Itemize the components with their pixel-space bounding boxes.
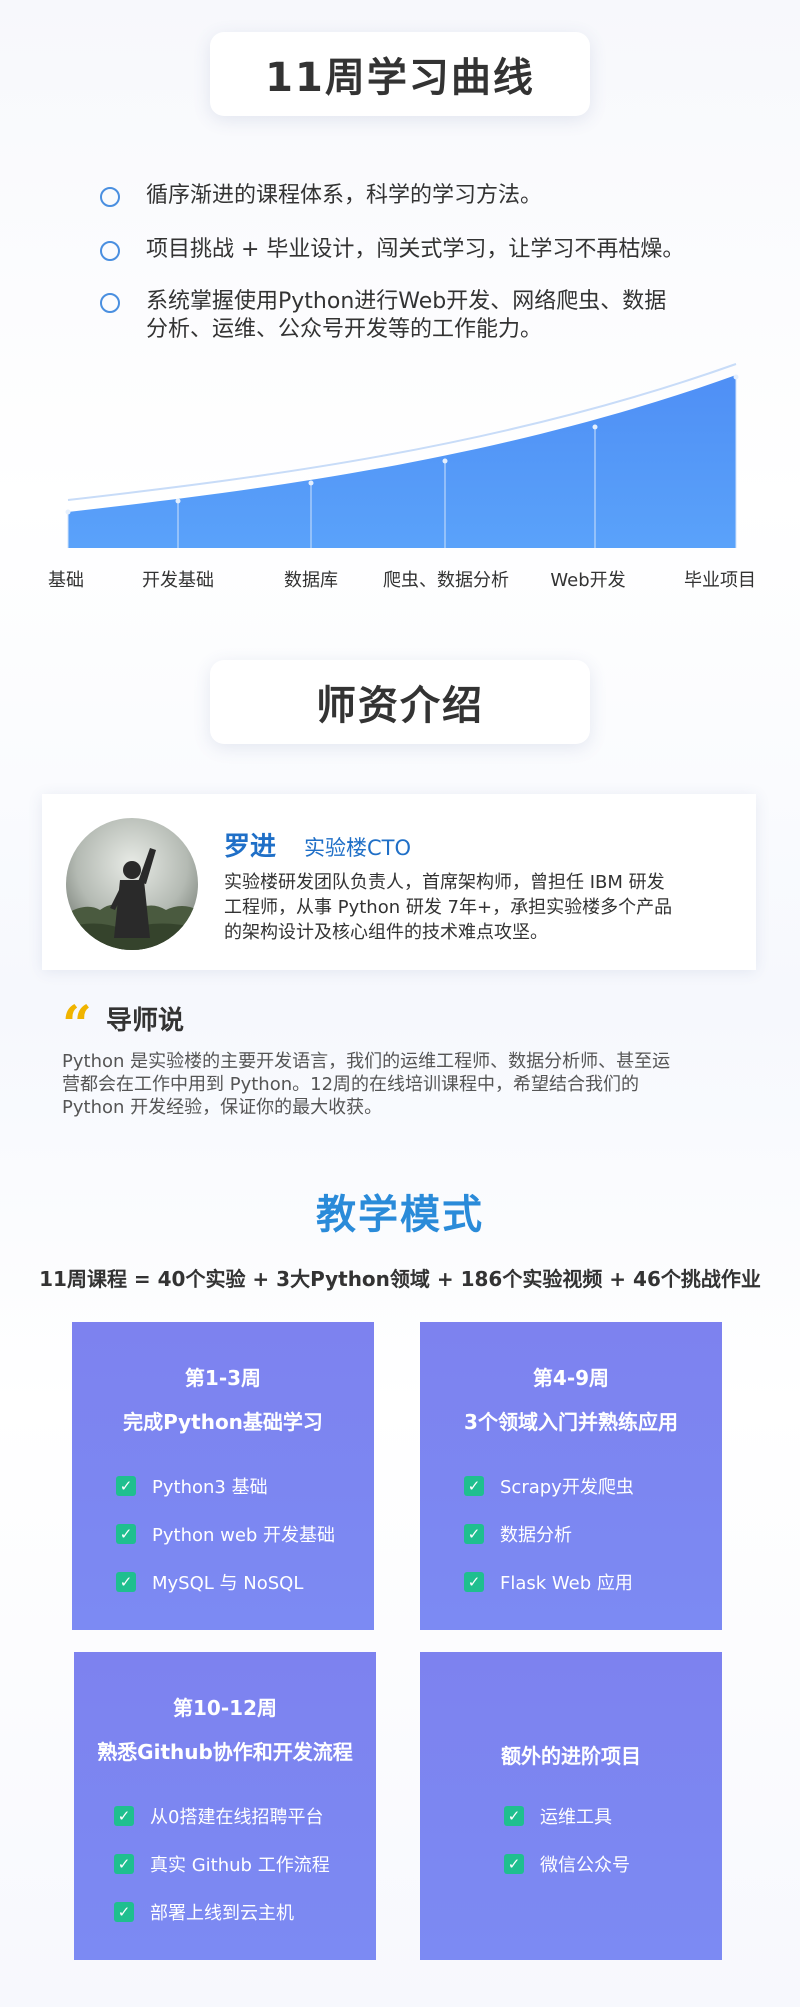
check-icon: ✓ (116, 1524, 136, 1544)
teacher-role: 实验楼CTO (304, 836, 412, 860)
stage-dot (65, 509, 71, 515)
stage-dot (442, 458, 448, 464)
teacher-description: 实验楼研发团队负责人，首席架构师，曾担任 IBM 研发 工程师，从事 Pytho… (224, 870, 724, 945)
block-item-label: 从0搭建在线招聘平台 (150, 1807, 324, 1828)
stage-label-graduation: 毕业项目 (684, 570, 756, 591)
bullet-text: 项目挑战 + 毕业设计，闯关式学习，让学习不再枯燥。 (146, 237, 685, 262)
block-item: ✓ Python3 基础 (116, 1462, 335, 1510)
teacher-desc-line: 的架构设计及核心组件的技术难点攻坚。 (224, 922, 548, 943)
teacher-card: 罗进 实验楼CTO 实验楼研发团队负责人，首席架构师，曾担任 IBM 研发 工程… (42, 794, 756, 970)
block-item: ✓ Scrapy开发爬虫 (464, 1462, 634, 1510)
stage-dot (308, 480, 314, 486)
teacher-desc-line: 实验楼研发团队负责人，首席架构师，曾担任 IBM 研发 (224, 872, 665, 893)
check-icon: ✓ (504, 1806, 524, 1826)
block-item-label: 部署上线到云主机 (150, 1903, 294, 1924)
quote-text: Python 是实验楼的主要开发语言，我们的运维工程师、数据分析师、甚至运 营都… (62, 1050, 752, 1119)
stage-label-dev-basics: 开发基础 (142, 570, 214, 591)
bullet-text: 系统掌握使用Python进行Web开发、网络爬虫、数据 (146, 289, 667, 314)
bullet-text: 循序渐进的课程体系，科学的学习方法。 (146, 183, 543, 208)
block-item: ✓ 运维工具 (504, 1792, 630, 1840)
check-icon: ✓ (116, 1572, 136, 1592)
check-icon: ✓ (464, 1572, 484, 1592)
block-subject: 3个领域入门并熟练应用 (464, 1410, 678, 1434)
mode-block-weeks-10-12: 第10-12周 熟悉Github协作和开发流程 ✓ 从0搭建在线招聘平台 ✓ 真实 … (74, 1652, 376, 1960)
block-item-label: 运维工具 (540, 1807, 612, 1828)
block-item: ✓ 部署上线到云主机 (114, 1888, 330, 1936)
bullet-text: 分析、运维、公众号开发等的工作能力。 (146, 317, 543, 342)
circle-bullet-icon (100, 241, 120, 261)
block-item-label: Python web 开发基础 (152, 1525, 336, 1546)
curve-bullet-2: 项目挑战 + 毕业设计，闯关式学习，让学习不再枯燥。 (100, 236, 684, 264)
mode-block-weeks-4-9: 第4-9周 3个领域入门并熟练应用 ✓ Scrapy开发爬虫 ✓ 数据分析 ✓ Fla… (420, 1322, 722, 1630)
teacher-avatar (66, 818, 198, 950)
block-subject: 额外的进阶项目 (501, 1744, 641, 1768)
block-item: ✓ 真实 Github 工作流程 (114, 1840, 330, 1888)
block-item-label: Python3 基础 (152, 1477, 268, 1498)
mode-block-extra-projects: 额外的进阶项目 ✓ 运维工具 ✓ 微信公众号 (420, 1652, 722, 1960)
block-week: 第1-3周 (184, 1366, 262, 1390)
learning-curve-graphic (65, 363, 739, 548)
check-icon: ✓ (464, 1476, 484, 1496)
curve-area (68, 375, 736, 548)
block-item: ✓ Python web 开发基础 (116, 1510, 335, 1558)
block-item-label: MySQL 与 NoSQL (152, 1573, 304, 1594)
stage-label-crawler: 爬虫、数据分析 (383, 570, 509, 591)
check-icon: ✓ (114, 1902, 134, 1922)
check-icon: ✓ (116, 1476, 136, 1496)
mode-section-title: 教学模式 (316, 1192, 484, 1238)
stage-dot (592, 424, 598, 430)
circle-bullet-icon (100, 187, 120, 207)
stage-label-web: Web开发 (550, 570, 626, 591)
block-item-label: Flask Web 应用 (500, 1573, 633, 1594)
teacher-name: 罗进 (224, 832, 277, 862)
curve-bullet-1: 循序渐进的课程体系，科学的学习方法。 (100, 182, 542, 210)
stage-dot (175, 498, 181, 504)
block-item-label: Scrapy开发爬虫 (500, 1477, 634, 1498)
block-item-label: 真实 Github 工作流程 (150, 1855, 330, 1876)
quote-line: Python 开发经验，保证你的最大收获。 (62, 1097, 383, 1118)
stage-label-database: 数据库 (284, 570, 338, 591)
quote-icon: “ (62, 995, 92, 1056)
stage-dot (733, 374, 739, 380)
course-formula: 11周课程 = 40个实验 + 3大Python领域 + 186个实验视频 + … (39, 1267, 761, 1291)
block-item-label: 数据分析 (500, 1525, 572, 1546)
block-item: ✓ 数据分析 (464, 1510, 634, 1558)
block-item: ✓ 从0搭建在线招聘平台 (114, 1792, 330, 1840)
block-subject: 完成Python基础学习 (123, 1410, 323, 1434)
curve-section-title: 11周学习曲线 (210, 32, 590, 116)
check-icon: ✓ (114, 1854, 134, 1874)
block-week: 第4-9周 (532, 1366, 610, 1390)
quote-line: Python 是实验楼的主要开发语言，我们的运维工程师、数据分析师、甚至运 (62, 1051, 671, 1072)
quote-line: 营都会在工作中用到 Python。12周的在线培训课程中，希望结合我们的 (62, 1074, 640, 1095)
teacher-desc-line: 工程师，从事 Python 研发 7年+，承担实验楼多个产品 (224, 897, 673, 918)
check-icon: ✓ (504, 1854, 524, 1874)
block-item: ✓ 微信公众号 (504, 1840, 630, 1888)
quote-title: 导师说 (106, 1006, 185, 1036)
stage-label-basics: 基础 (48, 570, 84, 591)
block-week: 第10-12周 (173, 1696, 277, 1720)
block-item: ✓ Flask Web 应用 (464, 1558, 634, 1606)
block-item: ✓ MySQL 与 NoSQL (116, 1558, 335, 1606)
block-item-label: 微信公众号 (540, 1855, 630, 1876)
circle-bullet-icon (100, 293, 120, 313)
check-icon: ✓ (114, 1806, 134, 1826)
mode-block-weeks-1-3: 第1-3周 完成Python基础学习 ✓ Python3 基础 ✓ Python w… (72, 1322, 374, 1630)
teacher-section-title: 师资介绍 (210, 660, 590, 744)
block-subject: 熟悉Github协作和开发流程 (97, 1740, 353, 1764)
check-icon: ✓ (464, 1524, 484, 1544)
curve-bullet-3: 系统掌握使用Python进行Web开发、网络爬虫、数据 分析、运维、公众号开发等… (100, 288, 666, 344)
